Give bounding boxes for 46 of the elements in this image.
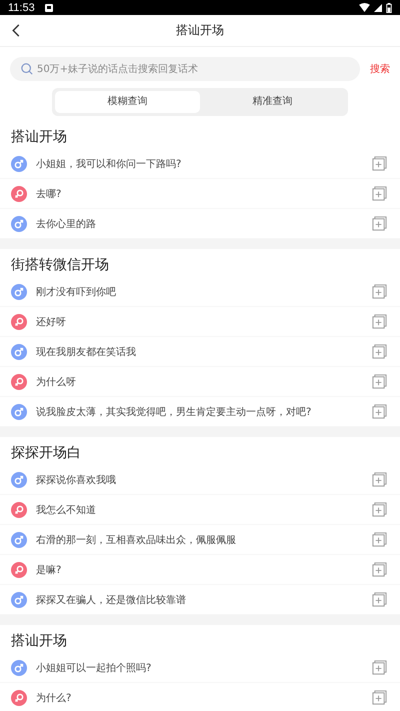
copy-icon[interactable] (372, 690, 387, 705)
message-text: 为什么? (36, 692, 72, 704)
message-text: 刚才没有吓到你吧 (36, 286, 117, 298)
section-title: 搭讪开场 (10, 632, 68, 651)
message-text: 探探又在骗人，还是微信比较靠谱 (36, 594, 187, 606)
copy-icon[interactable] (372, 472, 387, 487)
message-text: 探探说你喜欢我哦 (36, 474, 117, 486)
copy-icon[interactable] (372, 502, 387, 517)
message-text: 去你心里的路 (36, 218, 97, 230)
copy-icon[interactable] (372, 592, 387, 607)
notification-icon (44, 4, 53, 12)
copy-icon[interactable] (372, 314, 387, 329)
search-button[interactable]: 搜索 (370, 62, 390, 76)
message-text: 说我脸皮太薄，其实我觉得吧，男生肯定要主动一点呀，对吧? (36, 406, 312, 418)
section-title: 探探开场白 (10, 444, 82, 463)
message-text: 右滑的那一刻，互相喜欢品味出众，佩服佩服 (36, 534, 237, 546)
battery-icon (386, 2, 392, 12)
message-text: 现在我朋友都在笑话我 (36, 346, 137, 358)
tab[interactable]: 模糊查询 (55, 91, 200, 113)
page-title: 搭讪开场 (176, 22, 224, 39)
copy-icon[interactable] (372, 216, 387, 231)
message-text: 小姐姐，我可以和你问一下路吗? (36, 158, 182, 170)
message-text: 还好呀 (36, 316, 67, 328)
copy-icon[interactable] (372, 404, 387, 419)
search-field[interactable]: 50万+妹子说的话点击搜索回复话术 (10, 57, 360, 81)
copy-icon[interactable] (372, 156, 387, 171)
copy-icon[interactable] (372, 562, 387, 577)
copy-icon[interactable] (372, 532, 387, 547)
section-title: 搭讪开场 (10, 128, 68, 147)
message-text: 为什么呀 (36, 376, 77, 388)
tab[interactable]: 精准查询 (200, 91, 345, 113)
status-time: 11:53 (8, 2, 35, 14)
search-icon (21, 63, 33, 75)
message-text: 小姐姐可以一起拍个照吗? (36, 662, 152, 674)
copy-icon[interactable] (372, 186, 387, 201)
section-title: 街搭转微信开场 (10, 256, 110, 275)
back-icon[interactable] (12, 24, 20, 37)
copy-icon[interactable] (372, 284, 387, 299)
message-text: 我怎么不知道 (36, 504, 97, 516)
signal-icon (374, 4, 382, 12)
message-text: 去哪? (36, 188, 62, 200)
copy-icon[interactable] (372, 374, 387, 389)
copy-icon[interactable] (372, 660, 387, 675)
message-text: 是嘛? (36, 564, 62, 576)
copy-icon[interactable] (372, 344, 387, 359)
wifi-icon (359, 3, 370, 12)
